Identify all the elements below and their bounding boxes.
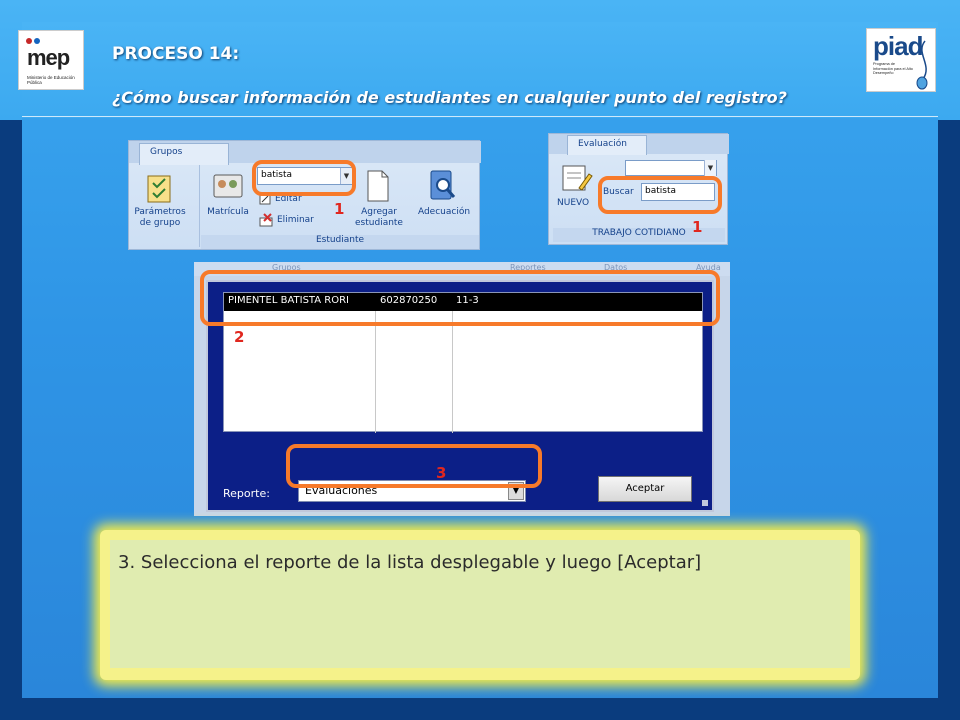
highlight-results-row bbox=[200, 270, 720, 326]
estudiante-group-label: Estudiante bbox=[201, 235, 479, 249]
parametros-icon bbox=[147, 175, 171, 203]
highlight-report-select bbox=[286, 444, 542, 488]
nuevo-icon bbox=[562, 165, 593, 191]
ribbon-separator bbox=[199, 165, 200, 247]
step-marker-2: 2 bbox=[234, 328, 245, 346]
tab-evaluacion[interactable]: Evaluación bbox=[567, 135, 647, 155]
agregar-estudiante-button[interactable]: Agregar estudiante bbox=[349, 207, 409, 229]
matricula-icon bbox=[213, 174, 243, 198]
piad-logo-subtitle: Programa de Información para el Alto Des… bbox=[873, 62, 913, 75]
step-marker-1a: 1 bbox=[334, 200, 345, 218]
chevron-down-icon[interactable]: ▼ bbox=[704, 160, 716, 176]
step-marker-1b: 1 bbox=[692, 218, 703, 236]
tab-grupos[interactable]: Grupos bbox=[139, 143, 229, 165]
delete-icon bbox=[259, 213, 273, 227]
piad-logo: piad Programa de Información para el Alt… bbox=[866, 28, 936, 92]
page-title: PROCESO 14: bbox=[112, 44, 240, 64]
eliminar-button[interactable]: Eliminar bbox=[277, 215, 314, 225]
adecuacion-button[interactable]: Adecuación bbox=[409, 207, 479, 217]
parametros-button[interactable]: Parámetros de grupo bbox=[129, 207, 191, 229]
mep-logo-subtitle: Ministerio de Educación Pública bbox=[27, 75, 75, 85]
step-marker-3: 3 bbox=[436, 464, 447, 482]
accept-button-label: Aceptar bbox=[625, 483, 665, 494]
mep-logo: mep Ministerio de Educación Pública bbox=[18, 30, 84, 90]
evaluacion-combobox[interactable]: ▼ bbox=[625, 160, 717, 176]
highlight-grupos-search bbox=[252, 160, 356, 196]
matricula-button[interactable]: Matrícula bbox=[201, 207, 255, 217]
resize-grip[interactable] bbox=[702, 500, 708, 506]
instruction-note: 3. Selecciona el reporte de la lista des… bbox=[110, 540, 850, 668]
mep-logo-text: mep bbox=[27, 45, 70, 70]
instruction-text: 3. Selecciona el reporte de la lista des… bbox=[118, 552, 702, 573]
new-document-icon bbox=[367, 170, 389, 202]
header-divider bbox=[22, 116, 938, 117]
nuevo-button[interactable]: NUEVO bbox=[557, 198, 589, 208]
piad-mouse-icon bbox=[916, 40, 928, 90]
page-subtitle: ¿Cómo buscar información de estudiantes … bbox=[112, 88, 787, 107]
highlight-evaluacion-search bbox=[598, 176, 722, 214]
adecuacion-icon bbox=[430, 170, 456, 200]
report-label: Reporte: bbox=[223, 487, 270, 500]
accept-button[interactable]: Aceptar bbox=[598, 476, 692, 502]
